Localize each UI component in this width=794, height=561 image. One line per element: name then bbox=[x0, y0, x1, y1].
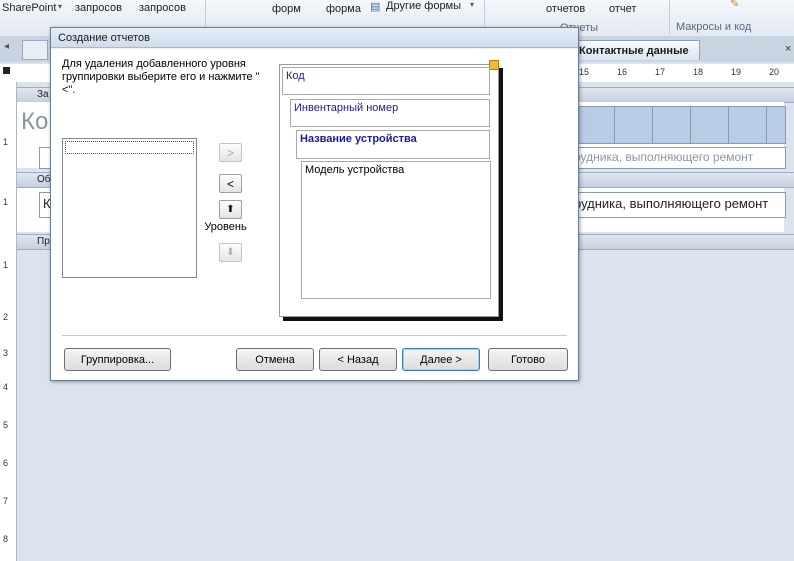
chevron-down-icon: ▾ bbox=[470, 0, 475, 9]
preview-corner-marker bbox=[489, 60, 499, 70]
chevron-down-icon: ▾ bbox=[58, 2, 63, 11]
grouping-options-button[interactable]: Группировка... bbox=[64, 348, 171, 371]
ruler-number: 6 bbox=[3, 458, 9, 468]
dialog-separator bbox=[62, 335, 567, 336]
ruler-number: 5 bbox=[3, 420, 9, 430]
ruler-number: 4 bbox=[3, 382, 9, 392]
report-label[interactable]: отчет bbox=[609, 3, 636, 15]
macros-group-label: Макросы и код bbox=[676, 21, 752, 33]
report-wizard-dialog: Создание отчетов Для удаления добавленно… bbox=[50, 27, 579, 381]
header-cell bbox=[652, 106, 692, 144]
available-fields-list[interactable] bbox=[62, 138, 197, 278]
query-design-label[interactable]: запросов bbox=[139, 2, 186, 14]
ruler-number: 1 bbox=[3, 197, 9, 207]
form-wizard-label[interactable]: форм bbox=[272, 3, 301, 15]
detail-field-text[interactable]: рудника, выполняющего ремонт bbox=[574, 196, 768, 211]
scroll-left-icon[interactable]: ◂ bbox=[4, 41, 9, 52]
ruler-number: 17 bbox=[655, 67, 666, 77]
tab-contact-data[interactable]: Контактные данные bbox=[572, 40, 700, 60]
object-tab-icon[interactable] bbox=[22, 40, 48, 60]
query-wizard-label[interactable]: запросов bbox=[75, 2, 122, 14]
sharepoint-button[interactable]: SharePoint bbox=[2, 2, 56, 14]
header-cell bbox=[690, 106, 730, 144]
ruler-number: 18 bbox=[693, 67, 704, 77]
vertical-ruler: 1 1 1 2 3 4 5 6 7 8 bbox=[0, 82, 17, 561]
header-field-label[interactable]: рудника, выполняющего ремонт bbox=[574, 150, 753, 164]
header-cell bbox=[614, 106, 654, 144]
ruler-number: 19 bbox=[731, 67, 742, 77]
report-title-fragment[interactable]: Ко bbox=[21, 108, 48, 136]
ribbon-separator bbox=[669, 0, 670, 34]
header-cell bbox=[766, 106, 786, 144]
close-icon[interactable]: × bbox=[785, 43, 791, 55]
report-wizard-label[interactable]: отчетов bbox=[546, 3, 585, 15]
finish-button[interactable]: Готово bbox=[488, 348, 568, 371]
ruler-number: 16 bbox=[617, 67, 628, 77]
grouping-preview: Код Инвентарный номер Название устройств… bbox=[279, 60, 499, 317]
remove-level-button[interactable]: < bbox=[219, 174, 242, 193]
list-item[interactable] bbox=[65, 141, 194, 154]
level-label: Уровень bbox=[204, 221, 247, 233]
header-cell bbox=[577, 106, 616, 144]
section-header-label: За bbox=[37, 89, 49, 100]
ruler-number: 8 bbox=[3, 534, 9, 544]
preview-level-2[interactable]: Инвентарный номер bbox=[290, 99, 490, 127]
instructions-text: Для удаления добавленного уровня группир… bbox=[62, 58, 260, 96]
next-button[interactable]: Далее > bbox=[402, 348, 480, 371]
add-level-button[interactable]: > bbox=[219, 143, 242, 162]
arrow-up-icon: ⬆ bbox=[226, 204, 235, 215]
preview-detail-fields: Модель устройства bbox=[301, 161, 491, 299]
ruler-corner-icon bbox=[3, 67, 10, 74]
dialog-body: Для удаления добавленного уровня группир… bbox=[51, 49, 578, 380]
header-cell bbox=[728, 106, 768, 144]
form-label[interactable]: форма bbox=[326, 3, 361, 15]
move-down-button[interactable]: ⬇ bbox=[219, 243, 242, 262]
section-footer-label: Пр bbox=[37, 236, 50, 247]
ruler-number: 2 bbox=[3, 312, 9, 322]
ruler-number: 7 bbox=[3, 496, 9, 506]
ruler-number: 1 bbox=[3, 137, 9, 147]
preview-level-1[interactable]: Код bbox=[282, 67, 490, 95]
other-forms-button[interactable]: Другие формы bbox=[386, 0, 461, 12]
ruler-number: 15 bbox=[579, 67, 590, 77]
macro-icon[interactable]: ✎ bbox=[730, 0, 739, 10]
other-forms-icon: ▤ bbox=[370, 1, 381, 13]
ruler-number: 3 bbox=[3, 348, 9, 358]
dialog-title: Создание отчетов bbox=[51, 28, 578, 48]
preview-level-3[interactable]: Название устройства bbox=[296, 130, 490, 159]
section-detail-label: Об bbox=[37, 174, 51, 185]
arrow-down-icon: ⬇ bbox=[226, 247, 235, 258]
ruler-number: 1 bbox=[3, 260, 9, 270]
cancel-button[interactable]: Отмена bbox=[236, 348, 314, 371]
ruler-number: 20 bbox=[769, 67, 780, 77]
back-button[interactable]: < Назад bbox=[319, 348, 397, 371]
move-up-button[interactable]: ⬆ bbox=[219, 200, 242, 219]
